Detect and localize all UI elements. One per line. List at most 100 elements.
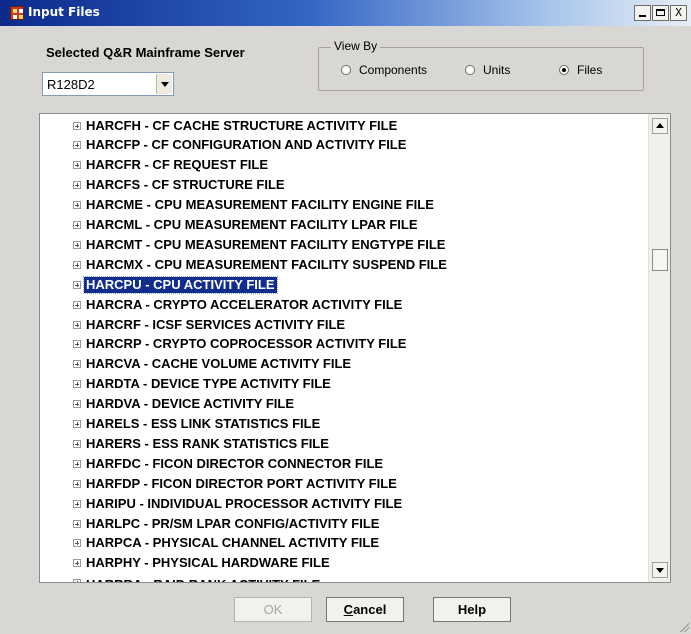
input-files-dialog: Input Files X Selected Q&R Mainframe Ser…: [0, 0, 691, 634]
tree-item-label: HARFDC - FICON DIRECTOR CONNECTOR FILE: [86, 455, 384, 471]
scrollbar-thumb[interactable]: [652, 249, 668, 271]
expand-plus-icon[interactable]: [73, 201, 81, 210]
tree-item[interactable]: HARFDP - FICON DIRECTOR PORT ACTIVITY FI…: [40, 474, 399, 493]
tree-item[interactable]: HARERS - ESS RANK STATISTICS FILE: [40, 434, 331, 453]
expand-plus-icon[interactable]: [73, 340, 81, 349]
tree-item-label: HARRRA - RAID RANK ACTIVITY FILE: [84, 577, 322, 582]
file-tree[interactable]: HARCFH - CF CACHE STRUCTURE ACTIVITY FIL…: [39, 113, 671, 583]
expand-plus-icon[interactable]: [73, 161, 81, 170]
maximize-button[interactable]: [652, 5, 669, 21]
expand-plus-icon[interactable]: [73, 439, 81, 448]
tree-item[interactable]: HARCRF - ICSF SERVICES ACTIVITY FILE: [40, 315, 347, 334]
tree-item[interactable]: HARCMT - CPU MEASUREMENT FACILITY ENGTYP…: [40, 235, 447, 254]
server-dropdown[interactable]: R128D2: [42, 72, 174, 96]
tree-item[interactable]: HARPHY - PHYSICAL HARDWARE FILE: [40, 554, 332, 573]
tree-item[interactable]: HARLPC - PR/SM LPAR CONFIG/ACTIVITY FILE: [40, 514, 381, 533]
tree-item[interactable]: HARPCA - PHYSICAL CHANNEL ACTIVITY FILE: [40, 534, 381, 553]
tree-item[interactable]: HARCVA - CACHE VOLUME ACTIVITY FILE: [40, 355, 353, 374]
chevron-down-icon[interactable]: [156, 74, 172, 94]
radio-button-icon[interactable]: [465, 65, 475, 75]
server-label: Selected Q&R Mainframe Server: [46, 45, 245, 60]
tree-item[interactable]: HARCME - CPU MEASUREMENT FACILITY ENGINE…: [40, 196, 436, 215]
tree-item-label: HARCPU - CPU ACTIVITY FILE: [83, 275, 278, 294]
tree-item[interactable]: HARIPU - INDIVIDUAL PROCESSOR ACTIVITY F…: [40, 494, 404, 513]
tree-item-label: HARERS - ESS RANK STATISTICS FILE: [86, 435, 329, 451]
tree-item-label: HARCMT - CPU MEASUREMENT FACILITY ENGTYP…: [86, 236, 446, 252]
tree-item[interactable]: HARDVA - DEVICE ACTIVITY FILE: [40, 395, 296, 414]
title-bar[interactable]: Input Files X: [0, 0, 691, 26]
tree-item-label: HARCRA - CRYPTO ACCELERATOR ACTIVITY FIL…: [86, 296, 403, 312]
tree-item[interactable]: HARCFP - CF CONFIGURATION AND ACTIVITY F…: [40, 136, 408, 155]
expand-plus-icon[interactable]: [73, 499, 81, 508]
expand-plus-icon[interactable]: [73, 519, 81, 528]
resize-grip-icon[interactable]: [679, 622, 689, 632]
expand-plus-icon[interactable]: [73, 121, 81, 130]
tree-item[interactable]: HARELS - ESS LINK STATISTICS FILE: [40, 415, 322, 434]
tree-item-label: HARCFR - CF REQUEST FILE: [86, 157, 268, 173]
expand-plus-icon[interactable]: [73, 420, 81, 428]
expand-plus-icon[interactable]: [73, 380, 81, 389]
tree-item-label: HARCFH - CF CACHE STRUCTURE ACTIVITY FIL…: [86, 117, 398, 133]
close-button[interactable]: X: [670, 5, 687, 21]
tree-item[interactable]: HARCFR - CF REQUEST FILE: [40, 156, 270, 175]
help-button[interactable]: Help: [433, 597, 511, 622]
cancel-button[interactable]: Cancel: [326, 597, 404, 622]
tree-item[interactable]: HARFDC - FICON DIRECTOR CONNECTOR FILE: [40, 454, 385, 473]
tree-item-selected[interactable]: HARCPU - CPU ACTIVITY FILE: [40, 275, 278, 294]
expand-plus-icon[interactable]: [73, 479, 81, 488]
expand-plus-icon[interactable]: [73, 360, 81, 369]
tree-item-label: HARCME - CPU MEASUREMENT FACILITY ENGINE…: [86, 197, 434, 213]
minimize-button[interactable]: [634, 5, 651, 21]
file-tree-list: HARCFH - CF CACHE STRUCTURE ACTIVITY FIL…: [40, 114, 648, 582]
view-by-group: View By Components Units Files: [318, 39, 644, 91]
radio-components-label: Components: [359, 63, 428, 77]
tree-item-label: HARPHY - PHYSICAL HARDWARE FILE: [86, 555, 330, 571]
tree-item-label: HARPCA - PHYSICAL CHANNEL ACTIVITY FILE: [86, 535, 380, 551]
expand-plus-icon[interactable]: [73, 240, 81, 249]
expand-plus-icon[interactable]: [73, 459, 81, 468]
tree-item[interactable]: HARDTA - DEVICE TYPE ACTIVITY FILE: [40, 375, 333, 394]
tree-item-label: HARCML - CPU MEASUREMENT FACILITY LPAR F…: [86, 217, 418, 232]
expand-plus-icon[interactable]: [73, 579, 81, 582]
tree-item[interactable]: HARCRA - CRYPTO ACCELERATOR ACTIVITY FIL…: [40, 295, 404, 314]
view-by-legend: View By: [331, 39, 381, 53]
tree-item[interactable]: HARRRA - RAID RANK ACTIVITY FILE: [40, 574, 322, 582]
expand-plus-icon[interactable]: [73, 559, 81, 568]
tree-item-label: HARDTA - DEVICE TYPE ACTIVITY FILE: [86, 376, 331, 392]
expand-plus-icon[interactable]: [73, 320, 81, 329]
cancel-button-mnemonic: C: [343, 602, 354, 617]
tree-item[interactable]: HARCMX - CPU MEASUREMENT FACILITY SUSPEN…: [40, 255, 449, 274]
tree-item[interactable]: HARCFH - CF CACHE STRUCTURE ACTIVITY FIL…: [40, 116, 399, 135]
expand-plus-icon[interactable]: [73, 221, 81, 229]
radio-units[interactable]: Units: [465, 63, 510, 77]
radio-button-checked-icon[interactable]: [559, 65, 569, 75]
radio-button-icon[interactable]: [341, 65, 351, 75]
tree-item[interactable]: HARCML - CPU MEASUREMENT FACILITY LPAR F…: [40, 216, 420, 235]
expand-plus-icon[interactable]: [73, 280, 81, 289]
window-title: Input Files: [28, 5, 100, 19]
expand-plus-icon[interactable]: [73, 300, 81, 309]
scroll-up-arrow-icon[interactable]: [652, 118, 668, 134]
expand-plus-icon[interactable]: [73, 400, 81, 409]
cancel-button-rest: ancel: [353, 602, 387, 617]
expand-plus-icon[interactable]: [73, 539, 81, 548]
app-icon: [10, 6, 24, 20]
radio-files[interactable]: Files: [559, 63, 602, 77]
expand-plus-icon[interactable]: [73, 141, 81, 150]
scroll-down-arrow-icon[interactable]: [652, 562, 668, 578]
tree-item-label: HARDVA - DEVICE ACTIVITY FILE: [86, 396, 295, 412]
radio-files-label: Files: [577, 63, 603, 77]
radio-components[interactable]: Components: [341, 63, 427, 77]
expand-plus-icon[interactable]: [73, 260, 81, 269]
tree-item-label: HARCVA - CACHE VOLUME ACTIVITY FILE: [86, 356, 352, 372]
expand-plus-icon[interactable]: [73, 181, 81, 190]
tree-item[interactable]: HARCRP - CRYPTO COPROCESSOR ACTIVITY FIL…: [40, 335, 408, 354]
tree-item-label: HARLPC - PR/SM LPAR CONFIG/ACTIVITY FILE: [86, 515, 380, 531]
tree-item-label: HARCRF - ICSF SERVICES ACTIVITY FILE: [86, 316, 346, 332]
tree-item[interactable]: HARCFS - CF STRUCTURE FILE: [40, 176, 287, 195]
tree-item-label: HARELS - ESS LINK STATISTICS FILE: [86, 416, 321, 431]
tree-item-label: HARCMX - CPU MEASUREMENT FACILITY SUSPEN…: [86, 256, 447, 272]
server-dropdown-value: R128D2: [47, 77, 95, 92]
ok-button[interactable]: OK: [234, 597, 312, 622]
vertical-scrollbar[interactable]: [648, 114, 670, 582]
